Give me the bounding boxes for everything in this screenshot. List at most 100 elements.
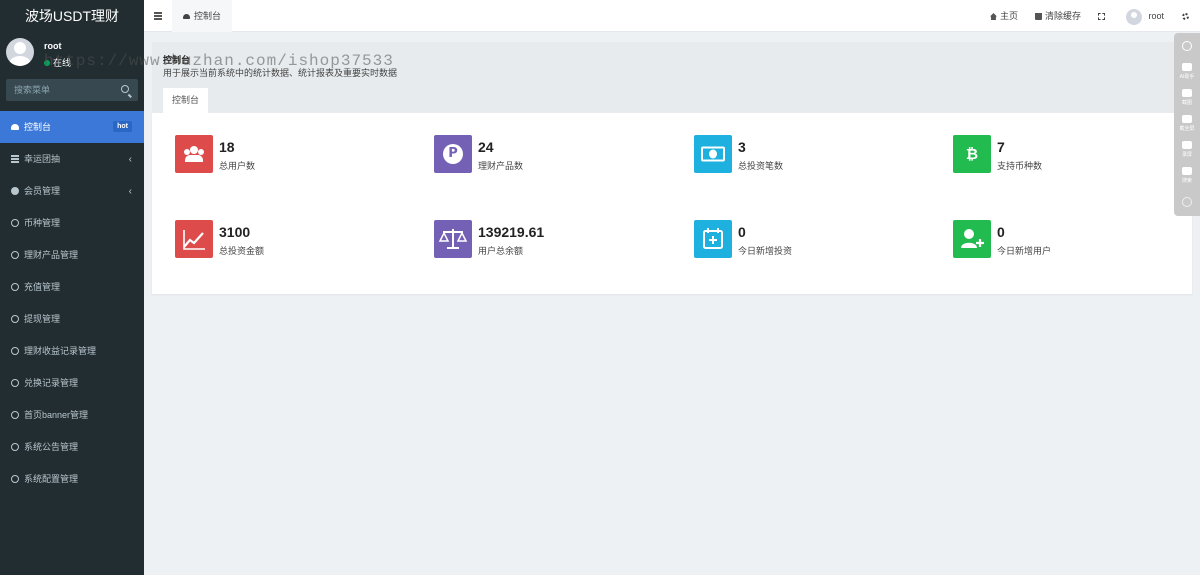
clear-cache-button[interactable]: 清除缓存 [1034,0,1081,32]
expand-icon [1098,13,1105,20]
search-icon[interactable] [121,85,129,93]
sidebar-item-dashboard[interactable]: 控制台 hot [0,111,144,143]
sidebar-item-withdraw[interactable]: 提现管理 [0,303,144,335]
dashboard-icon [11,124,19,130]
stat-products: P 24 理财产品数 [434,135,674,175]
sidebar-item-config[interactable]: 系统配置管理 [0,463,144,495]
circle-icon [11,411,19,419]
user-panel: root 在线 [0,32,144,74]
stat-today-investments: 0 今日新增投资 [694,220,934,260]
stat-value: 7 [997,139,1005,155]
toolbar-label: 截图 [1181,100,1192,106]
toolbar-label: 录屏 [1181,152,1192,158]
stat-icon-box [694,220,732,258]
top-navbar: 控制台 主页 清除缓存 root [144,0,1200,32]
user-menu[interactable]: root [1126,0,1164,32]
sidebar-item-earnings[interactable]: 理财收益记录管理 [0,335,144,367]
sidebar-item-products[interactable]: 理财产品管理 [0,239,144,271]
line-chart-icon [183,230,205,250]
sidebar-item-label: 控制台 [24,122,52,132]
sidebar-item-announcements[interactable]: 系统公告管理 [0,431,144,463]
sidebar-menu: 控制台 hot 幸运团抽 ‹ 会员管理 ‹ 币种管理 理财产品管理 充值管理 提现管理… [0,111,144,495]
stat-label: 支持币种数 [997,161,1043,171]
sidebar-item-label: 系统公告管理 [24,442,79,452]
user-circle-icon [11,187,19,195]
chevron-left-icon: ‹ [128,154,132,165]
tab-label: 控制台 [194,11,222,21]
menu-toggle-icon[interactable] [154,12,162,14]
stat-value: 0 [997,224,1005,240]
sidebar-item-lucky-draw[interactable]: 幸运团抽 ‹ [0,143,144,175]
sidebar-item-recharge[interactable]: 充值管理 [0,271,144,303]
stat-icon-box [175,135,213,173]
stat-total-users: 18 总用户数 [175,135,415,175]
toolbar-label: 截全屏 [1179,126,1195,132]
sidebar-item-label: 首页banner管理 [24,410,89,420]
sidebar-item-banner[interactable]: 首页banner管理 [0,399,144,431]
clear-cache-label: 清除缓存 [1044,11,1081,21]
nav-username: root [1148,11,1164,21]
online-dot-icon [44,60,50,66]
tab-dashboard-content[interactable]: 控制台 [163,88,209,113]
chevron-left-icon: ‹ [128,186,132,197]
home-label: 主页 [999,11,1018,21]
page-description: 用于展示当前系统中的统计数据、统计报表及重要实时数据 [163,68,398,78]
home-icon [989,13,997,20]
user-plus-icon [961,229,984,248]
home-link[interactable]: 主页 [989,0,1018,32]
ai-assistant-icon[interactable] [1182,63,1192,71]
circle-icon [11,443,19,451]
circle-icon [11,315,19,323]
stat-value: 24 [478,139,494,155]
sidebar-item-label: 系统配置管理 [24,474,79,484]
circle-icon [11,347,19,355]
sidebar-item-label: 充值管理 [24,282,61,292]
circle-icon [11,283,19,291]
money-bill-icon [701,146,725,162]
fullscreen-button[interactable] [1098,0,1108,32]
tab-dashboard[interactable]: 控制台 [172,0,233,32]
content-header: 控制台 用于展示当前系统中的统计数据、统计报表及重要实时数据 控制台 [152,42,1192,113]
screen-icon[interactable] [1182,115,1192,123]
stat-icon-box [694,135,732,173]
cogs-icon [1182,13,1189,20]
stat-total-amount: 3100 总投资金额 [175,220,415,260]
user-status-text: 在线 [53,58,72,68]
sidebar-item-exchange[interactable]: 兑换记录管理 [0,367,144,399]
sidebar-item-members[interactable]: 会员管理 ‹ [0,175,144,207]
hot-badge: hot [113,121,132,132]
user-status: 在线 [44,56,71,69]
trash-icon [1034,13,1042,20]
heart-icon[interactable] [1182,41,1192,51]
sidebar-item-label: 提现管理 [24,314,61,324]
sidebar-item-currency[interactable]: 币种管理 [0,207,144,239]
search-icon[interactable] [1182,167,1192,175]
page-title: 控制台 [163,55,191,65]
video-icon[interactable] [1182,141,1192,149]
gear-icon[interactable] [1182,197,1192,207]
list-icon [11,155,19,163]
bitcoin-icon: ₿ [965,145,979,163]
stat-icon-box [175,220,213,258]
stat-icon-box: P [434,135,472,173]
stats-panel: 18 总用户数 P 24 理财产品数 3 总投资笔数 ₿ 7 支持币种数 310… [152,113,1192,294]
stat-value: 18 [219,139,235,155]
sidebar-search [6,79,138,101]
stat-label: 总用户数 [219,161,256,171]
sidebar-item-label: 理财收益记录管理 [24,346,97,356]
dashboard-icon [183,14,190,20]
stat-icon-box: ₿ [953,135,991,173]
circle-icon [11,475,19,483]
stat-value: 3 [738,139,746,155]
stat-currencies: ₿ 7 支持币种数 [953,135,1193,175]
sidebar-item-label: 理财产品管理 [24,250,79,260]
sidebar: 波场USDT理财 root 在线 控制台 hot 幸运团抽 ‹ 会员管理 ‹ 币种管理… [0,0,144,575]
stat-icon-box [953,220,991,258]
search-input[interactable] [6,79,110,101]
brand-title[interactable]: 波场USDT理财 [0,0,144,32]
camera-icon[interactable] [1182,89,1192,97]
settings-button[interactable] [1182,0,1192,32]
stat-balance: 139219.61 用户总余额 [434,220,674,260]
stat-icon-box [434,220,472,258]
stat-label: 总投资金额 [219,246,265,256]
